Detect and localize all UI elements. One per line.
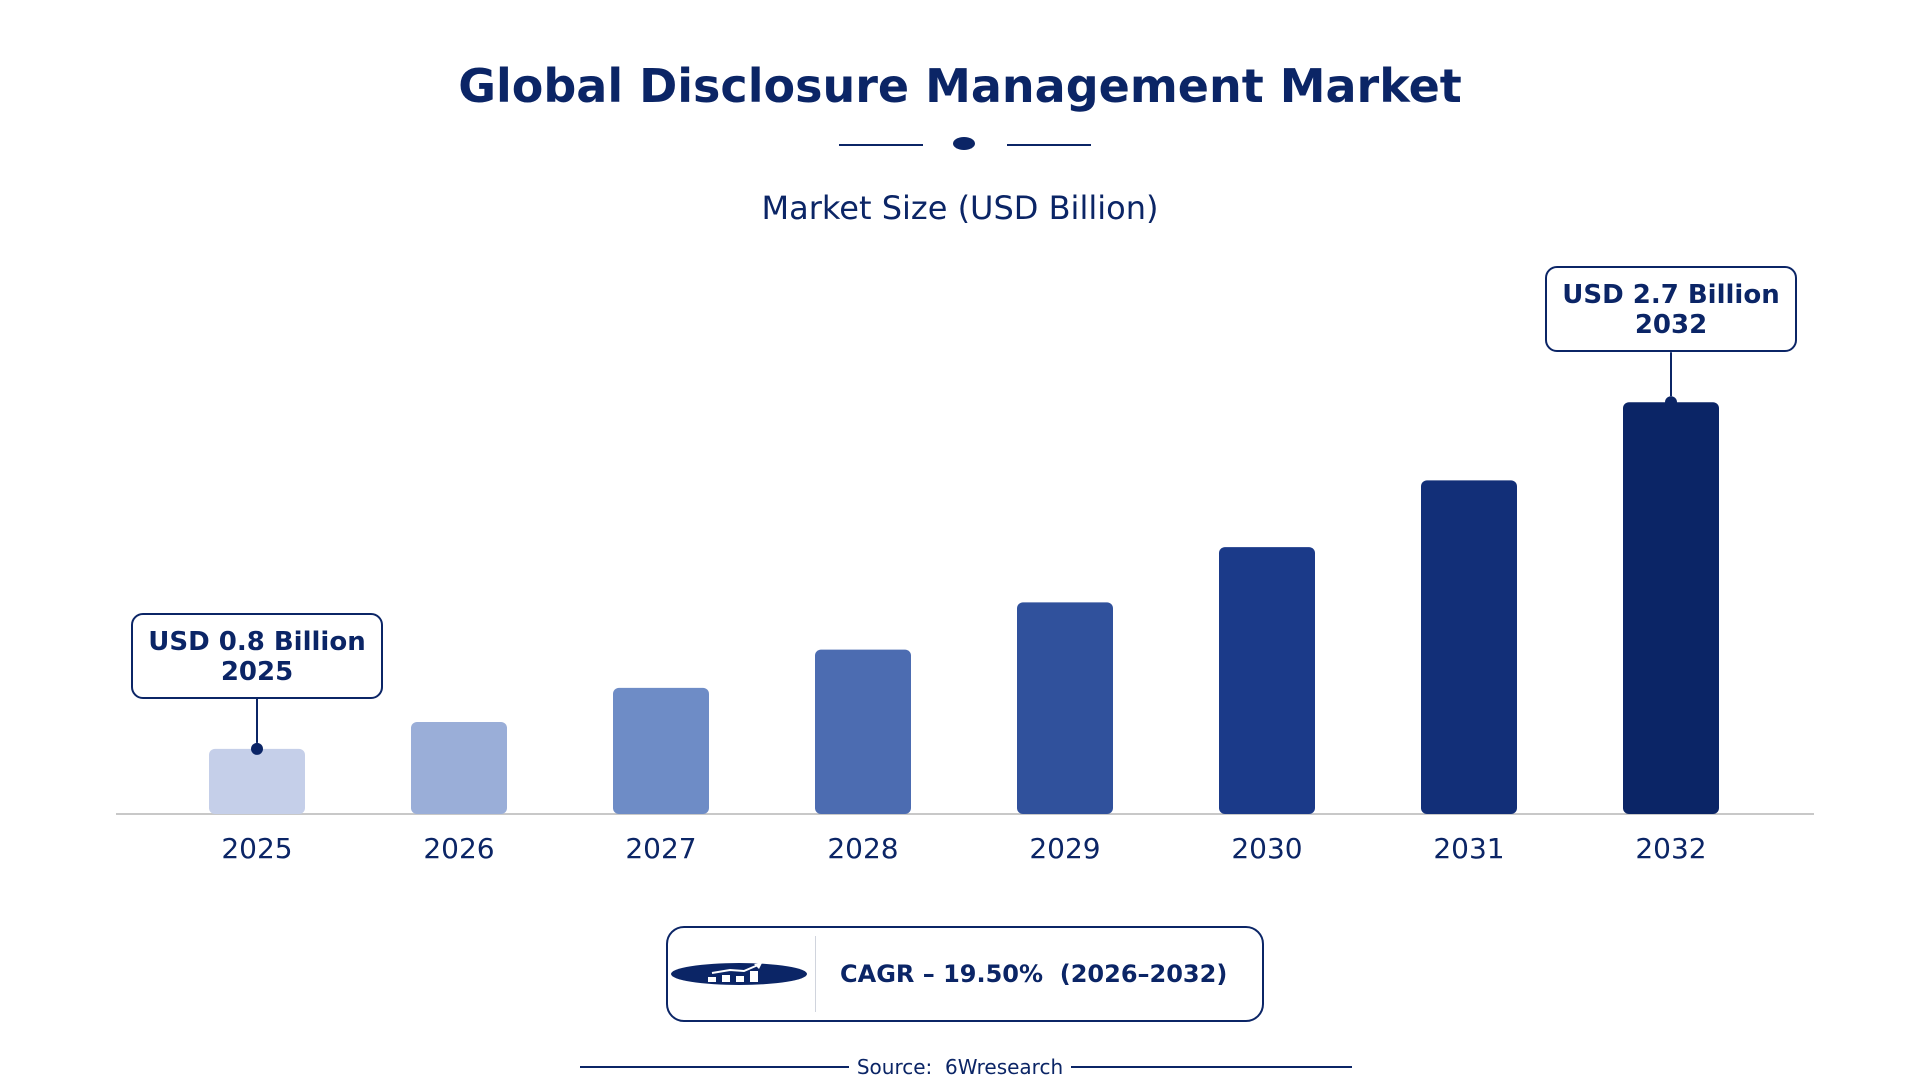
callout-dot-2025 (251, 742, 263, 755)
callout-year: 2032 (1634, 310, 1708, 341)
x-tick-label: 2029 (1029, 832, 1100, 865)
bar-2032 (1623, 402, 1719, 814)
bar-2027 (613, 687, 709, 814)
callout-value: USD 2.7 Billion (1562, 280, 1780, 311)
callout-2032: USD 2.7 Billion 2032 (1545, 266, 1797, 353)
bar-2030 (1219, 547, 1315, 814)
callout-year: 2025 (220, 656, 294, 687)
bar-2031 (1421, 480, 1517, 814)
x-tick-label: 2030 (1231, 832, 1302, 865)
bar-2029 (1017, 602, 1113, 814)
source-text-wrap: Source: 6Wresearch (0, 1054, 1920, 1080)
x-tick-label: 2026 (423, 832, 494, 865)
source-footer: Source: 6Wresearch (0, 1054, 1920, 1080)
x-tick-label: 2031 (1433, 832, 1504, 865)
x-tick-label: 2027 (625, 832, 696, 865)
callout-value: USD 0.8 Billion (148, 626, 366, 657)
bar-2026 (411, 722, 507, 814)
bar-chart: 2025 2026 2027 2028 2029 2030 2031 2032 (116, 352, 1814, 865)
cagr-text: CAGR – 19.50% (2026–2032) (840, 960, 1228, 988)
infographic-page: Global Disclosure Management Market Mark… (0, 0, 1920, 1080)
cagr-box: CAGR – 19.50% (2026–2032) (666, 926, 1264, 1022)
x-tick-label: 2032 (1635, 832, 1706, 865)
bar-2028 (815, 649, 911, 814)
x-tick-label: 2028 (827, 832, 898, 865)
cagr-separator (815, 936, 816, 1012)
source-text: Source: 6Wresearch (848, 1055, 1072, 1079)
bar-2025 (209, 748, 305, 814)
x-tick-label: 2025 (221, 832, 292, 865)
callout-2025: USD 0.8 Billion 2025 (131, 612, 383, 699)
growth-chart-icon (671, 963, 807, 985)
callout-dot-2032 (1665, 396, 1677, 409)
